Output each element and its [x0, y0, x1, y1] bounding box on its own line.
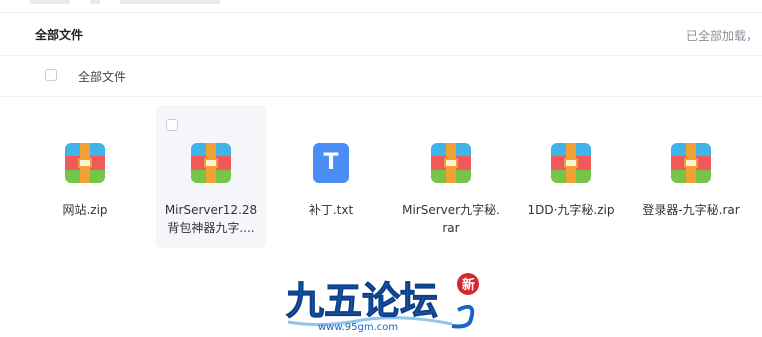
page-title: 全部文件	[35, 28, 84, 42]
select-all-checkbox[interactable]	[45, 69, 57, 81]
file-name: 补丁.txt	[308, 203, 354, 217]
zip-archive-icon	[671, 143, 711, 183]
file-name: MirServer九字秘.rar	[402, 203, 500, 235]
zip-archive-icon	[431, 143, 471, 183]
file-name: 网站.zip	[62, 203, 108, 217]
dragon-tail	[451, 305, 475, 329]
file-item[interactable]: T 补丁.txt	[276, 105, 386, 248]
clipped-breadcrumb	[30, 0, 220, 4]
file-name: 登录器-九字秘.rar	[642, 203, 740, 217]
file-item[interactable]: 登录器-九字秘.rar	[636, 105, 746, 248]
watermark-url: www.95gm.com	[318, 322, 398, 332]
top-strip	[0, 0, 762, 13]
file-checkbox[interactable]	[166, 119, 178, 131]
file-name: 1DD·九字秘.zip	[527, 203, 615, 217]
file-item[interactable]: MirServer九字秘.rar	[396, 105, 506, 248]
zip-archive-icon	[191, 143, 231, 183]
file-item[interactable]: 网站.zip	[30, 105, 140, 248]
file-grid: 网站.zip MirServer12.28背包神器九字.... T 补丁.txt…	[30, 105, 760, 255]
zip-archive-icon	[551, 143, 591, 183]
watermark-title: 九五论坛	[286, 279, 438, 323]
breadcrumb-all-files[interactable]: 全部文件	[78, 68, 126, 85]
text-file-icon: T	[311, 143, 351, 183]
list-header-row: 全部文件	[0, 56, 762, 97]
file-item[interactable]: MirServer12.28背包神器九字....	[156, 105, 266, 248]
load-status: 已全部加载，	[685, 29, 758, 43]
file-list-header: 全部文件 已全部加载，	[0, 13, 762, 56]
file-item[interactable]: 1DD·九字秘.zip	[516, 105, 626, 248]
seal-glyph: 新	[462, 277, 475, 293]
forum-watermark-logo: 九五论坛 www.95gm.com 新	[286, 273, 479, 332]
zip-archive-icon	[65, 143, 105, 183]
file-name: MirServer12.28背包神器九字....	[164, 203, 258, 235]
